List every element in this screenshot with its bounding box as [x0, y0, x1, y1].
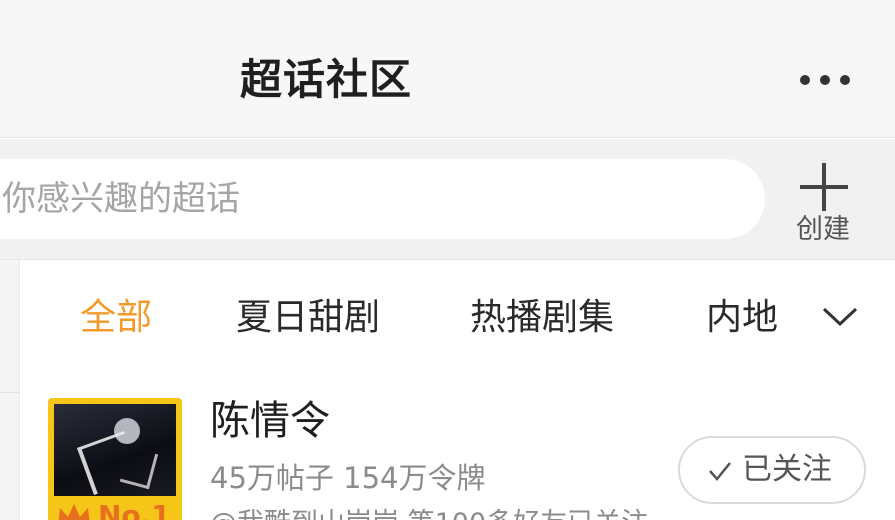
left-category-strip: [0, 260, 20, 520]
plus-icon: [800, 163, 848, 211]
dot: [820, 75, 830, 85]
crown-icon: [58, 504, 90, 520]
more-dots-icon[interactable]: [800, 70, 860, 90]
community-name[interactable]: 陈情令: [210, 394, 330, 448]
page-title: 超话社区: [240, 55, 413, 104]
category-tabs: 全部 夏日甜剧 热播剧集 内地: [20, 260, 895, 372]
divider: [0, 392, 20, 393]
chevron-down-icon[interactable]: [820, 296, 860, 336]
list-item[interactable]: No.1 陈情令 45万帖子 154万令牌 @我酷到山岗岗 等100多好友已关注…: [20, 372, 895, 520]
tab-all[interactable]: 全部: [80, 294, 152, 342]
create-button[interactable]: 创建: [780, 153, 870, 253]
community-thumbnail[interactable]: No.1: [48, 398, 182, 520]
create-label: 创建: [796, 214, 850, 245]
tab-mainland[interactable]: 内地: [706, 294, 778, 342]
top-bar: 超话社区: [0, 0, 895, 138]
dot: [800, 75, 810, 85]
community-stats: 45万帖子 154万令牌: [210, 461, 486, 495]
friends-followed-text: @我酷到山岗岗 等100多好友已关注: [210, 506, 648, 520]
rank-label: No.1: [98, 499, 171, 520]
poster-image: [54, 404, 176, 496]
follow-button[interactable]: 已关注: [678, 436, 866, 504]
search-input[interactable]: 你感兴趣的超话: [0, 159, 765, 239]
search-bar-area: 你感兴趣的超话 创建: [0, 139, 895, 260]
tab-summer-sweet-drama[interactable]: 夏日甜剧: [236, 294, 380, 342]
follow-label: 已关注: [742, 452, 832, 487]
tab-hot-series[interactable]: 热播剧集: [470, 294, 614, 342]
search-placeholder: 你感兴趣的超话: [2, 179, 240, 219]
dot: [840, 75, 850, 85]
check-icon: [709, 462, 731, 481]
rank-badge: No.1: [56, 496, 176, 520]
